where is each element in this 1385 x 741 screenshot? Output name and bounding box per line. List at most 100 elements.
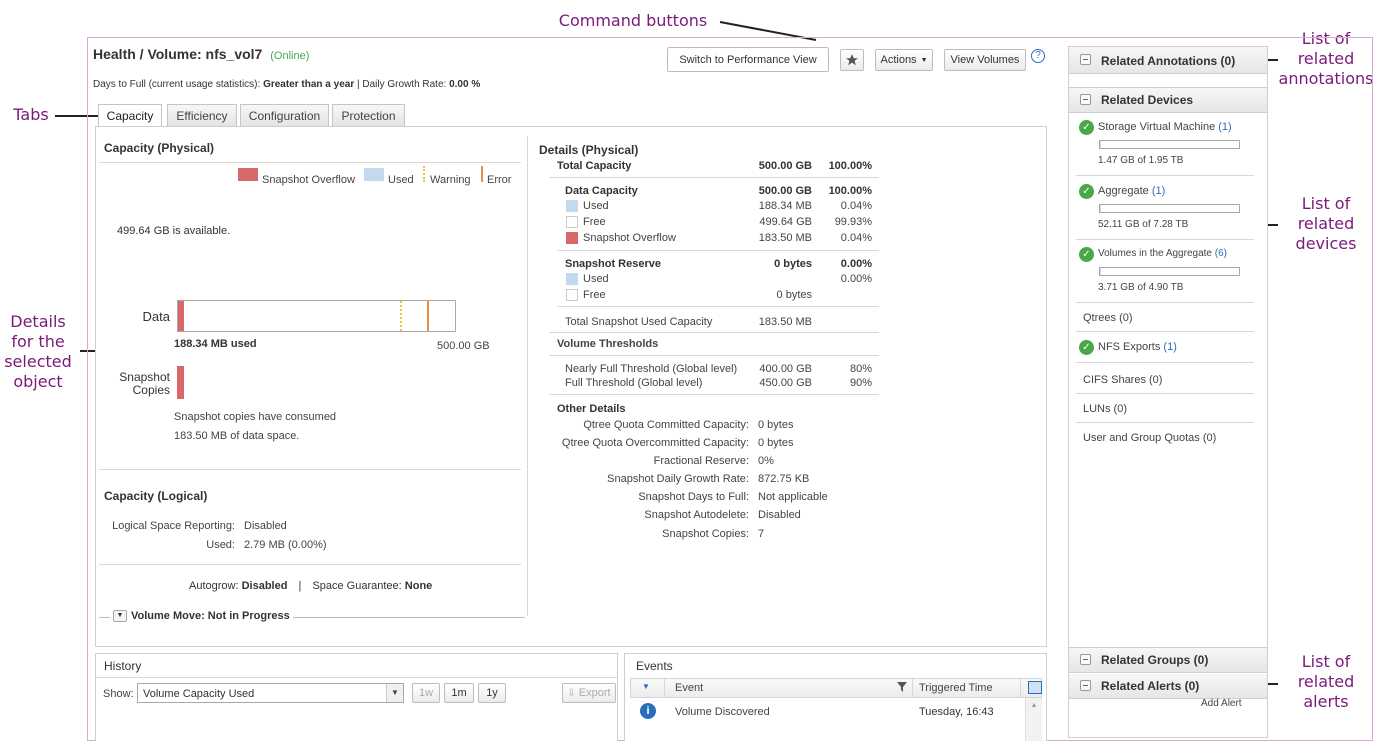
actions-label: Actions [880,54,917,66]
data-capacity-pct: 100.00% [828,185,872,197]
collapse-annotations-icon[interactable] [1080,54,1091,65]
other-value-5: Disabled [758,509,801,521]
ok-check-icon: ✓ [1079,120,1094,135]
events-col-time[interactable]: Triggered Time [919,682,993,694]
svm-count-link[interactable]: (1) [1218,121,1231,133]
page-title: Health / Volume: nfs_vol7 (Online) [93,46,309,62]
other-label-6: Snapshot Copies: [662,528,749,540]
capacity-logical-title: Capacity (Logical) [104,489,208,503]
events-col-event[interactable]: Event [675,682,703,694]
svm-label: Storage Virtual Machine [1098,121,1216,133]
reserve-used-swatch [566,273,578,285]
quotas-item[interactable]: User and Group Quotas (0) [1083,432,1216,444]
column-chooser-icon[interactable] [1028,681,1042,694]
volumes-usage-bar [1099,267,1240,276]
nearly-label: Nearly Full Threshold (Global level) [565,363,738,375]
history-metric-select[interactable]: Volume Capacity Used ▼ [137,683,404,703]
aggregate-divider [1076,239,1254,240]
filter-icon[interactable] [897,682,907,692]
cifs-shares-item[interactable]: CIFS Shares (0) [1083,374,1162,386]
autogrow-value: Disabled [241,580,288,592]
annotations-title: Related Annotations (0) [1101,54,1236,68]
groups-title: Related Groups (0) [1101,653,1209,667]
reserve-used-pct: 0.00% [840,273,872,285]
luns-item[interactable]: LUNs (0) [1083,403,1127,415]
reserve-used-label: Used [583,273,609,285]
export-button[interactable]: ⇩ Export [562,683,616,703]
switch-performance-button[interactable]: Switch to Performance View [667,47,829,72]
snapshot-note-1: Snapshot copies have consumed [174,411,337,423]
favorite-button[interactable] [840,49,864,71]
export-label: Export [578,687,611,699]
collapse-devices-icon[interactable] [1080,94,1091,105]
nearly-value: 400.00 GB [759,363,812,375]
alerts-title: Related Alerts (0) [1101,679,1200,693]
other-label-1: Qtree Quota Overcommitted Capacity: [561,437,749,449]
range-1w-button[interactable]: 1w [412,683,440,703]
full-value: 450.00 GB [759,377,812,389]
ok-check-icon: ✓ [1079,340,1094,355]
events-col-sep-1 [664,679,665,698]
aggregate-item[interactable]: Aggregate (1) [1098,185,1165,197]
total-capacity-label: Total Capacity [557,160,632,172]
range-1y-button[interactable]: 1y [478,683,506,703]
cifs-divider [1076,393,1254,394]
legend-swatch-error [481,166,483,182]
history-select-value: Volume Capacity Used [143,688,255,700]
used-swatch [566,200,578,212]
view-volumes-button[interactable]: View Volumes [944,49,1026,71]
data-bar-overflow-fill [178,301,184,331]
volumes-in-aggregate-count-link[interactable]: (6) [1215,248,1227,259]
events-title: Events [636,659,673,673]
tab-protection[interactable]: Protection [332,104,405,126]
add-alert-link[interactable]: Add Alert [1201,698,1242,709]
snapshot-copies-link[interactable]: 7 [758,528,764,540]
star-icon [846,54,858,66]
data-bar-warning-marker [400,301,402,331]
tab-configuration[interactable]: Configuration [240,104,329,126]
reserve-free-value: 0 bytes [776,289,812,301]
collapse-alerts-icon[interactable] [1080,680,1091,691]
free-label: Free [583,216,606,228]
sort-down-icon[interactable]: ▼ [642,682,650,691]
legend-swatch-warning [423,166,425,182]
other-label-0: Qtree Quota Committed Capacity: [583,419,749,431]
collapse-groups-icon[interactable] [1080,654,1091,665]
overflow-swatch [566,232,578,244]
snap-used-label: Total Snapshot Used Capacity [565,316,713,328]
growth-label: | Daily Growth Rate: [354,79,450,90]
data-capacity-value: 500.00 GB [758,185,812,197]
reserve-pct: 0.00% [840,258,872,270]
volume-move-toggle[interactable]: ▼ Volume Move: Not in Progress [110,610,293,622]
aggregate-count-link[interactable]: (1) [1152,185,1165,197]
info-icon: i [640,703,656,719]
other-value-4: Not applicable [758,491,828,503]
scroll-up-icon[interactable]: ▲ [1026,702,1042,709]
autogrow-divider [99,564,521,565]
aggregate-usage-bar [1099,204,1240,213]
autogrow-label: Autogrow: [189,580,242,592]
volumes-in-aggregate-item[interactable]: Volumes in the Aggregate (6) [1098,248,1227,259]
events-scrollbar[interactable]: ▲ [1025,698,1042,741]
reserve-free-label: Free [583,289,606,301]
events-col-sep-3 [1020,679,1021,698]
svm-item[interactable]: Storage Virtual Machine (1) [1098,121,1232,133]
guarantee-value: None [404,580,433,592]
tab-efficiency[interactable]: Efficiency [167,104,237,126]
help-icon[interactable]: ? [1031,49,1045,63]
page-title-text: Health / Volume: nfs_vol7 [93,46,263,62]
nfs-exports-item[interactable]: NFS Exports (1) [1098,341,1177,353]
history-title: History [104,659,142,673]
callout-details-line-1: Details [10,312,66,331]
range-1m-button[interactable]: 1m [444,683,474,703]
svm-usage-text: 1.47 GB of 1.95 TB [1098,155,1184,166]
event-volume-discovered-link[interactable]: Volume Discovered [675,706,770,718]
thresholds-title[interactable]: Volume Thresholds [557,338,658,350]
history-divider [96,677,617,678]
snapshot-note-2: 183.50 MB of data space. [174,430,300,442]
nfs-count-link[interactable]: (1) [1163,341,1176,353]
qtrees-item[interactable]: Qtrees (0) [1083,312,1133,324]
event-time: Tuesday, 16:43 [919,706,994,718]
actions-button[interactable]: Actions ▼ [875,49,933,71]
tab-capacity[interactable]: Capacity [98,104,162,127]
